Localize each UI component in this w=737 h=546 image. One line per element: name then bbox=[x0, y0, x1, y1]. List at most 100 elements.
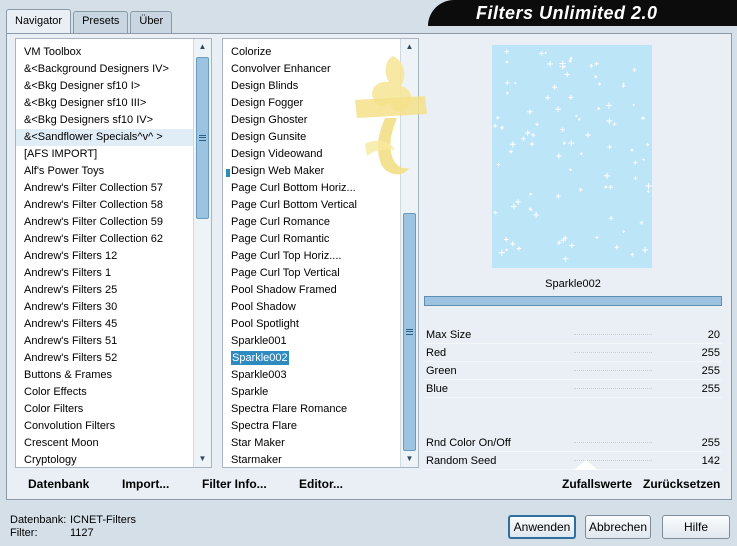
list-item[interactable]: Andrew's Filters 30 bbox=[16, 299, 193, 316]
param-name: Green bbox=[426, 365, 457, 377]
list-item[interactable]: Andrew's Filters 45 bbox=[16, 316, 193, 333]
list-item[interactable]: Color Filters bbox=[16, 401, 193, 418]
list-item[interactable]: Andrew's Filters 51 bbox=[16, 333, 193, 350]
list-item[interactable]: Page Curl Top Horiz.... bbox=[223, 248, 400, 265]
param-slider-track[interactable] bbox=[574, 442, 652, 443]
list-item[interactable]: Sparkle002 bbox=[223, 350, 400, 367]
scroll-down-icon[interactable]: ▼ bbox=[194, 451, 211, 467]
app-title: Filters Unlimited 2.0 bbox=[428, 0, 737, 26]
list-item[interactable]: Andrew's Filters 25 bbox=[16, 282, 193, 299]
tab-navigator[interactable]: Navigator bbox=[6, 9, 72, 33]
db-label: Datenbank: bbox=[10, 514, 67, 526]
list-item[interactable]: Page Curl Romance bbox=[223, 214, 400, 231]
cancel-button[interactable]: Abbrechen bbox=[585, 515, 651, 539]
import-button[interactable]: Import... bbox=[122, 477, 169, 491]
import-label: Import... bbox=[122, 477, 170, 491]
filter-scroll-thumb[interactable] bbox=[403, 213, 416, 451]
param-row[interactable]: Rnd Color On/Off 255 bbox=[424, 434, 722, 452]
selected-filter-name: Sparkle002 bbox=[424, 272, 722, 296]
list-item[interactable]: Color Effects bbox=[16, 384, 193, 401]
list-item[interactable]: &<Bkg Designer sf10 III> bbox=[16, 95, 193, 112]
list-item[interactable]: Page Curl Bottom Vertical bbox=[223, 197, 400, 214]
filter-count-label: Filter: bbox=[10, 527, 38, 539]
list-item[interactable]: Page Curl Romantic bbox=[223, 231, 400, 248]
param-pointer-icon bbox=[574, 460, 598, 470]
param-row[interactable]: Blue 255 bbox=[424, 380, 722, 398]
list-item[interactable]: Starmaker bbox=[223, 452, 400, 467]
list-item[interactable]: &<Bkg Designers sf10 IV> bbox=[16, 112, 193, 129]
list-item[interactable]: Pool Shadow bbox=[223, 299, 400, 316]
filter-count-value: 1127 bbox=[70, 527, 94, 539]
param-slider-track[interactable] bbox=[574, 388, 652, 389]
param-slider-track[interactable] bbox=[574, 370, 652, 371]
list-item[interactable]: Andrew's Filters 52 bbox=[16, 350, 193, 367]
reset-button[interactable]: Zurücksetzen bbox=[643, 477, 720, 491]
list-item[interactable]: Buttons & Frames bbox=[16, 367, 193, 384]
list-item[interactable]: Spectra Flare bbox=[223, 418, 400, 435]
list-item[interactable]: Andrew's Filter Collection 59 bbox=[16, 214, 193, 231]
editor-button[interactable]: Editor... bbox=[299, 477, 343, 491]
param-value: 255 bbox=[701, 383, 720, 395]
list-item[interactable]: Convolution Filters bbox=[16, 418, 193, 435]
help-button[interactable]: Hilfe bbox=[662, 515, 730, 539]
list-item[interactable]: Star Maker bbox=[223, 435, 400, 452]
tab-uber[interactable]: Über bbox=[130, 11, 173, 33]
param-slider-track[interactable] bbox=[574, 352, 652, 353]
list-item[interactable]: &<Background Designers IV> bbox=[16, 61, 193, 78]
list-item[interactable]: Crescent Moon bbox=[16, 435, 193, 452]
param-name: Random Seed bbox=[426, 455, 497, 467]
param-row[interactable]: Red 255 bbox=[424, 344, 722, 362]
datenbank-button[interactable]: Datenbank bbox=[28, 477, 89, 491]
list-item[interactable]: Andrew's Filter Collection 58 bbox=[16, 197, 193, 214]
category-scrollbar[interactable]: ▲ ▼ bbox=[193, 39, 211, 467]
db-value: ICNET-Filters bbox=[70, 514, 136, 526]
list-item[interactable]: &<Bkg Designer sf10 I> bbox=[16, 78, 193, 95]
param-slider-track[interactable] bbox=[574, 334, 652, 335]
status-info: Datenbank: ICNET-Filters Filter: 1127 bbox=[10, 514, 136, 540]
selected-item-label: Sparkle002 bbox=[231, 351, 289, 365]
list-item[interactable]: Andrew's Filters 12 bbox=[16, 248, 193, 265]
list-item[interactable]: [AFS IMPORT] bbox=[16, 146, 193, 163]
parameter-list: Max Size 20 Red 255 Green 255 Blue 255 bbox=[424, 326, 722, 398]
tab-presets[interactable]: Presets bbox=[73, 11, 129, 33]
param-name: Blue bbox=[426, 383, 449, 395]
list-item[interactable]: Spectra Flare Romance bbox=[223, 401, 400, 418]
param-row[interactable]: Green 255 bbox=[424, 362, 722, 380]
scroll-down-icon[interactable]: ▼ bbox=[401, 451, 418, 467]
list-item[interactable]: Alf's Power Toys bbox=[16, 163, 193, 180]
param-row[interactable]: Max Size 20 bbox=[424, 326, 722, 344]
param-value: 142 bbox=[701, 455, 720, 467]
tab-bar: Navigator Presets Über bbox=[6, 9, 174, 33]
param-row[interactable]: Random Seed 142 bbox=[424, 452, 722, 470]
preview-slider[interactable] bbox=[424, 296, 722, 306]
list-item[interactable]: Andrew's Filters 1 bbox=[16, 265, 193, 282]
list-item[interactable]: Sparkle bbox=[223, 384, 400, 401]
scroll-grip-icon bbox=[199, 135, 206, 141]
reset-label: Zurücksetzen bbox=[643, 477, 721, 491]
datenbank-label: Datenbank bbox=[28, 477, 90, 491]
list-item[interactable]: Page Curl Top Vertical bbox=[223, 265, 400, 282]
param-value: 255 bbox=[701, 365, 720, 377]
filter-info-button[interactable]: Filter Info... bbox=[202, 477, 267, 491]
list-item[interactable]: &<Sandflower Specials^v^ > bbox=[16, 129, 193, 146]
list-item[interactable]: Sparkle001 bbox=[223, 333, 400, 350]
param-value: 20 bbox=[707, 329, 720, 341]
apply-button[interactable]: Anwenden bbox=[508, 515, 576, 539]
editor-label: Editor... bbox=[299, 477, 344, 491]
list-item[interactable]: VM Toolbox bbox=[16, 44, 193, 61]
category-scroll-thumb[interactable] bbox=[196, 57, 209, 219]
randomize-button[interactable]: Zufallswerte bbox=[562, 477, 632, 491]
list-item[interactable]: Cryptology bbox=[16, 452, 193, 467]
list-item[interactable]: Pool Shadow Framed bbox=[223, 282, 400, 299]
category-list[interactable]: VM Toolbox &<Background Designers IV> &<Bk… bbox=[15, 38, 212, 468]
list-item[interactable]: Sparkle003 bbox=[223, 367, 400, 384]
param-name: Rnd Color On/Off bbox=[426, 437, 511, 449]
list-item[interactable]: Andrew's Filter Collection 62 bbox=[16, 231, 193, 248]
scroll-grip-icon bbox=[406, 329, 413, 335]
list-item[interactable]: Pool Spotlight bbox=[223, 316, 400, 333]
param-name: Max Size bbox=[426, 329, 472, 341]
watermark-logo bbox=[355, 56, 427, 175]
preview-image bbox=[492, 45, 652, 268]
list-item[interactable]: Andrew's Filter Collection 57 bbox=[16, 180, 193, 197]
scroll-up-icon[interactable]: ▲ bbox=[194, 39, 211, 55]
